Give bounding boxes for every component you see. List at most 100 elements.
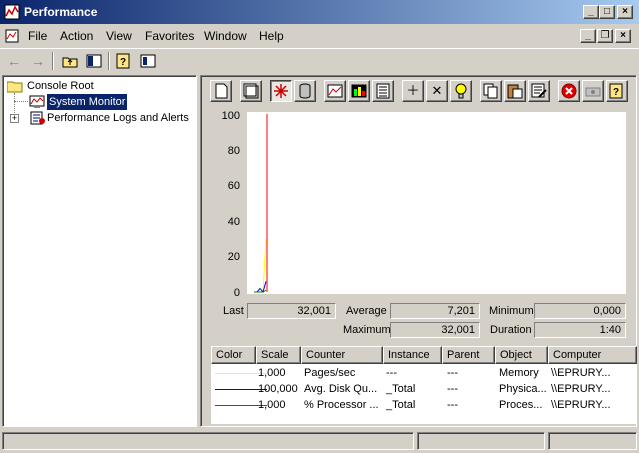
column-header-counter[interactable]: Counter xyxy=(301,346,383,364)
object-cell: Memory xyxy=(499,367,539,379)
y-tick-label: 0 xyxy=(233,287,240,299)
menu-window[interactable]: Window xyxy=(204,29,247,43)
child-restore-button[interactable]: ❐ xyxy=(597,29,613,43)
tree-label: Performance Logs and Alerts xyxy=(47,112,189,124)
object-cell: Proces... xyxy=(499,399,543,411)
column-header-instance[interactable]: Instance xyxy=(383,346,442,364)
child-minimize-button[interactable]: _ xyxy=(580,29,596,43)
highlight-icon[interactable] xyxy=(450,80,472,102)
add-counter-icon[interactable]: ＋ xyxy=(402,80,424,102)
counter-cell: Avg. Disk Qu... xyxy=(304,383,378,395)
computer-cell: \\EPRURY... xyxy=(551,367,611,379)
last-value: 32,001 xyxy=(247,303,336,319)
expand-icon[interactable]: + xyxy=(10,114,19,123)
y-tick-label: 100 xyxy=(221,110,240,122)
table-row[interactable]: 1,000 Pages/sec --- --- Memory \\EPRURY.… xyxy=(211,366,637,381)
mmc-document-icon[interactable] xyxy=(4,28,20,44)
parent-cell: --- xyxy=(447,367,458,379)
console-tree[interactable]: Console Root System Monitor + Performanc… xyxy=(2,75,197,427)
menu-bar: File Action View Favorites Window Help _… xyxy=(0,26,639,46)
y-tick-label: 20 xyxy=(227,251,240,263)
maximum-label: Maximum xyxy=(343,324,391,336)
column-header-computer[interactable]: Computer xyxy=(548,346,637,364)
menu-favorites[interactable]: Favorites xyxy=(145,29,194,43)
child-close-button[interactable]: × xyxy=(615,29,631,43)
table-row[interactable]: 100,000 Avg. Disk Qu... _Total --- Physi… xyxy=(211,382,637,397)
series-line-1 xyxy=(254,281,267,294)
parent-cell: --- xyxy=(447,399,458,411)
up-one-level-icon[interactable] xyxy=(60,51,80,71)
menu-file[interactable]: File xyxy=(28,29,47,43)
status-panel xyxy=(2,432,414,450)
average-value: 7,201 xyxy=(390,303,480,319)
view-log-data-icon[interactable] xyxy=(294,80,316,102)
properties-icon[interactable] xyxy=(138,51,158,71)
instance-cell: --- xyxy=(386,367,397,379)
minimum-value: 0,000 xyxy=(534,303,626,319)
update-data-icon[interactable] xyxy=(582,80,604,102)
back-arrow-icon[interactable]: ← xyxy=(4,51,24,71)
computer-cell: \\EPRURY... xyxy=(551,399,611,411)
status-bar xyxy=(0,430,639,453)
last-label: Last xyxy=(223,305,244,317)
toolbar-separator xyxy=(52,52,54,70)
toolbar-separator xyxy=(108,52,110,70)
series-line-2 xyxy=(254,289,267,293)
view-histogram-icon[interactable] xyxy=(348,80,370,102)
logs-alerts-icon xyxy=(29,111,45,130)
title-bar[interactable]: Performance _ □ × xyxy=(0,0,639,24)
instance-cell: _Total xyxy=(386,383,416,395)
tree-item-system-monitor[interactable]: System Monitor xyxy=(3,94,193,110)
tree-label: Console Root xyxy=(27,80,94,92)
series-line-0 xyxy=(254,239,267,293)
column-header-scale[interactable]: Scale xyxy=(256,346,301,364)
counter-cell: Pages/sec xyxy=(304,367,356,379)
graph-canvas xyxy=(254,114,268,294)
table-row[interactable]: 1,000 % Processor ... _Total --- Proces.… xyxy=(211,398,637,413)
paste-counter-list-icon[interactable] xyxy=(504,80,526,102)
counter-legend[interactable]: Color Scale Counter Instance Parent Obje… xyxy=(211,346,637,424)
column-header-parent[interactable]: Parent xyxy=(442,346,495,364)
freeze-display-icon[interactable] xyxy=(558,80,580,102)
object-cell: Physica... xyxy=(499,383,547,395)
maximum-value: 32,001 xyxy=(390,322,480,338)
status-panel xyxy=(417,432,545,450)
clear-display-icon[interactable] xyxy=(240,80,262,102)
tree-label: System Monitor xyxy=(47,94,128,110)
svg-text:?: ? xyxy=(613,87,619,98)
view-graph-icon[interactable] xyxy=(324,80,346,102)
view-current-activity-icon[interactable] xyxy=(270,80,292,102)
counter-cell: % Processor ... xyxy=(304,399,379,411)
average-label: Average xyxy=(346,305,387,317)
y-tick-label: 40 xyxy=(227,216,240,228)
column-header-object[interactable]: Object xyxy=(495,346,548,364)
tree-item-performance-logs[interactable]: + Performance Logs and Alerts xyxy=(3,110,193,126)
scale-cell: 1,000 xyxy=(258,399,286,411)
help-icon[interactable]: ? xyxy=(606,80,628,102)
copy-properties-icon[interactable] xyxy=(480,80,502,102)
close-button[interactable]: × xyxy=(617,5,633,19)
graph-area[interactable] xyxy=(247,112,626,294)
column-header-color[interactable]: Color xyxy=(211,346,256,364)
tree-item-console-root[interactable]: Console Root xyxy=(3,78,193,94)
y-tick-label: 80 xyxy=(227,145,240,157)
scale-cell: 100,000 xyxy=(258,383,298,395)
minimize-button[interactable]: _ xyxy=(583,5,599,19)
properties-icon[interactable] xyxy=(528,80,550,102)
svg-text:?: ? xyxy=(120,57,126,68)
show-hide-tree-icon[interactable] xyxy=(84,51,104,71)
y-tick-label: 60 xyxy=(227,180,240,192)
delete-counter-icon[interactable]: ✕ xyxy=(426,80,448,102)
main-toolbar: ← → ? xyxy=(0,48,639,72)
menu-view[interactable]: View xyxy=(106,29,132,43)
help-topics-icon[interactable]: ? xyxy=(114,51,134,71)
status-panel xyxy=(548,432,637,450)
menu-action[interactable]: Action xyxy=(60,29,93,43)
view-report-icon[interactable] xyxy=(372,80,394,102)
minimum-label: Minimum xyxy=(489,305,534,317)
menu-help[interactable]: Help xyxy=(259,29,284,43)
duration-label: Duration xyxy=(490,324,532,336)
new-counter-set-icon[interactable] xyxy=(210,80,232,102)
maximize-button[interactable]: □ xyxy=(599,5,615,19)
forward-arrow-icon[interactable]: → xyxy=(28,51,48,71)
